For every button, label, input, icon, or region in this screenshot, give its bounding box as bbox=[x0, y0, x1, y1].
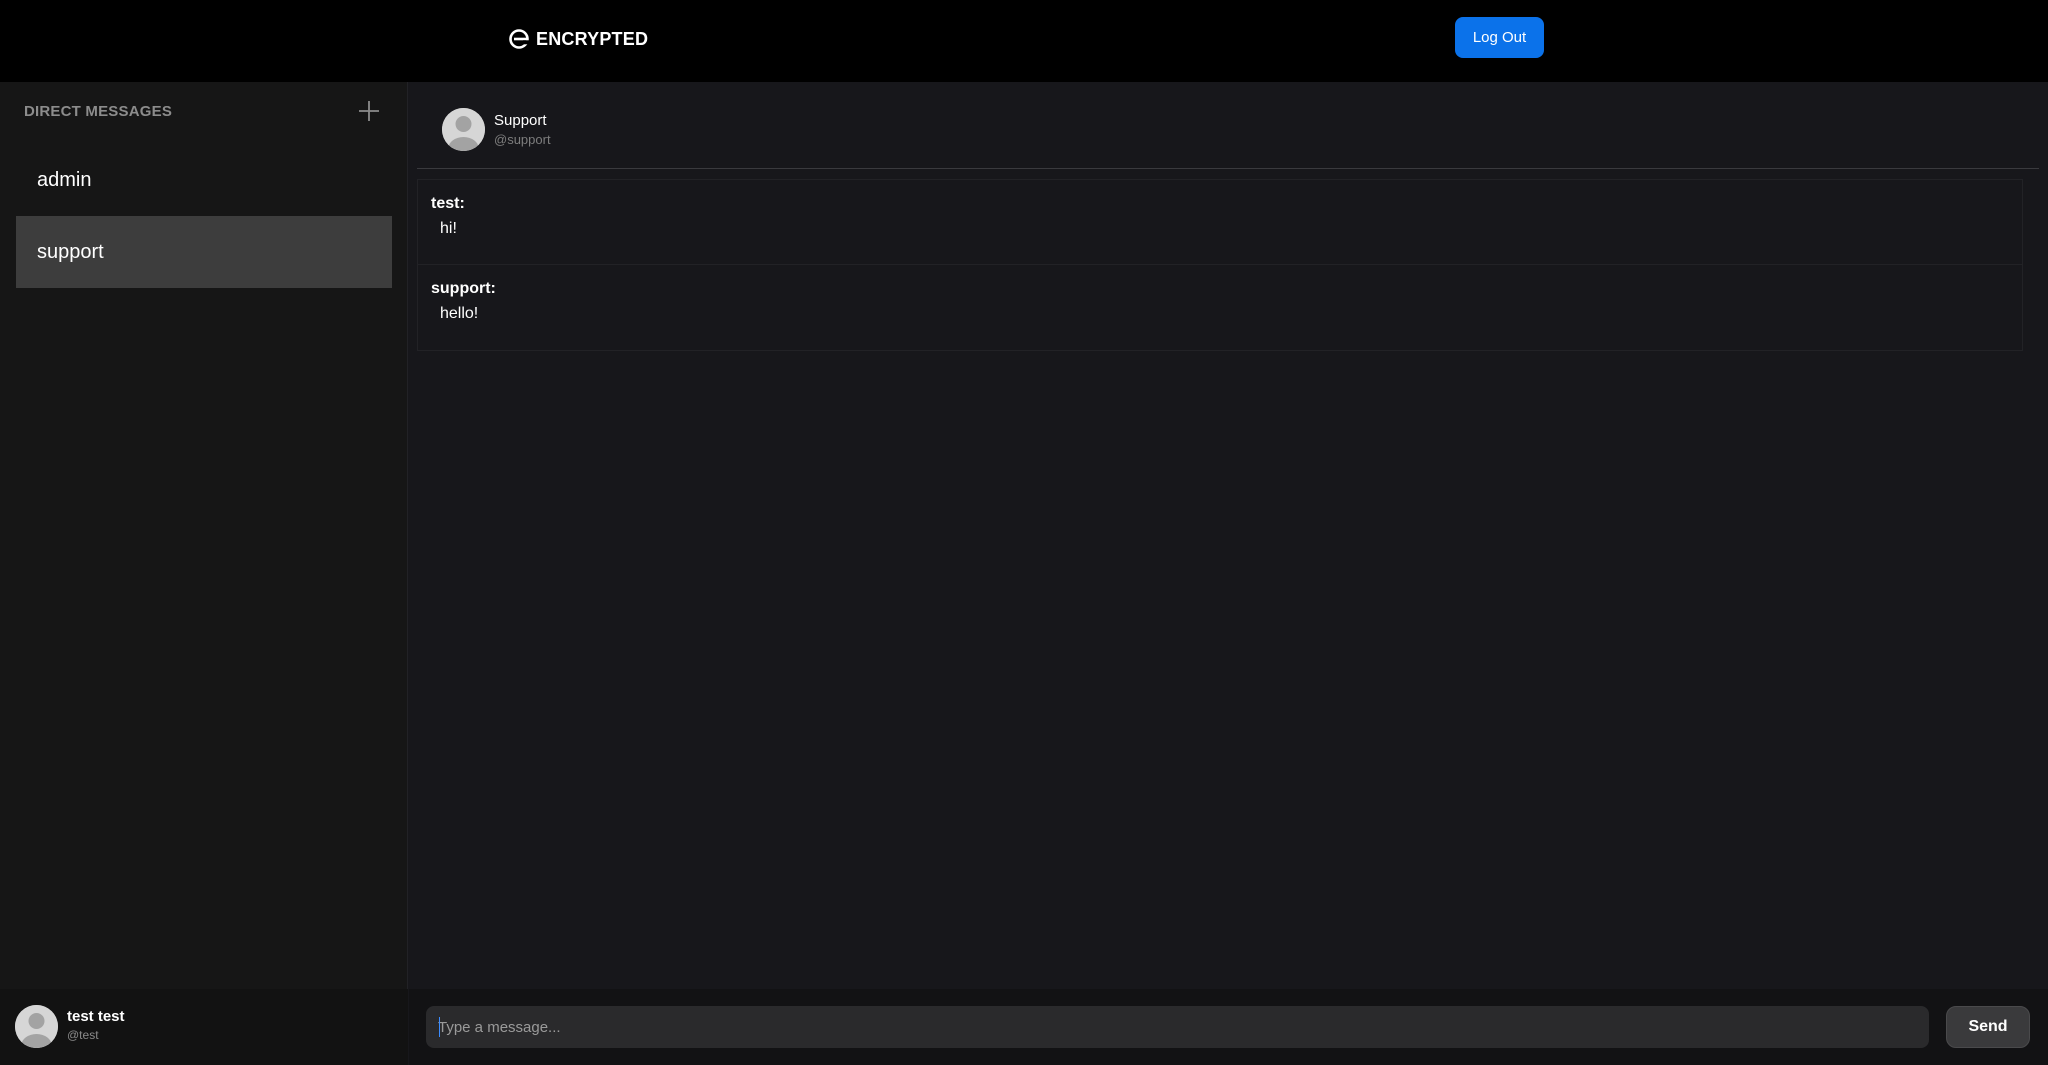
log-out-button[interactable]: Log Out bbox=[1455, 17, 1544, 58]
user-avatar-icon bbox=[442, 108, 485, 151]
send-button[interactable]: Send bbox=[1946, 1006, 2030, 1048]
message-text: hi! bbox=[440, 220, 457, 237]
brand-name: ENCRYPTED bbox=[536, 28, 649, 49]
chat-contact-name: Support bbox=[494, 112, 547, 129]
sidebar-item-label: admin bbox=[37, 168, 92, 191]
top-bar: ENCRYPTED Log Out bbox=[0, 0, 2048, 82]
plus-icon bbox=[359, 101, 379, 121]
message-input[interactable] bbox=[426, 1006, 1929, 1048]
new-message-button[interactable] bbox=[354, 96, 384, 126]
direct-message-list: admin support bbox=[16, 144, 392, 288]
encrypted-logo-icon bbox=[509, 29, 529, 49]
chat-contact-handle: @support bbox=[494, 132, 551, 147]
message-sender: test: bbox=[431, 195, 465, 212]
message-composer: Send bbox=[409, 989, 2048, 1065]
message-item: support: hello! bbox=[418, 265, 2022, 350]
sidebar-item-support[interactable]: support bbox=[16, 216, 392, 288]
message-list: test: hi! support: hello! bbox=[417, 179, 2023, 351]
current-user-handle: @test bbox=[67, 1028, 99, 1042]
chat-panel: Support @support test: hi! support: hell… bbox=[409, 82, 2048, 1065]
text-caret bbox=[439, 1017, 440, 1037]
avatar bbox=[442, 108, 485, 151]
chat-header: Support @support bbox=[417, 82, 2039, 169]
sidebar-title: DIRECT MESSAGES bbox=[24, 103, 173, 120]
sidebar: DIRECT MESSAGES admin support test test … bbox=[0, 82, 408, 1065]
sidebar-item-admin[interactable]: admin bbox=[16, 144, 392, 216]
message-item: test: hi! bbox=[418, 180, 2022, 265]
brand-logo: ENCRYPTED bbox=[509, 28, 648, 50]
message-sender: support: bbox=[431, 280, 496, 297]
sidebar-item-label: support bbox=[37, 240, 104, 263]
message-text: hello! bbox=[440, 305, 479, 322]
current-user-panel: test test @test bbox=[0, 989, 408, 1065]
user-avatar-icon bbox=[15, 1005, 58, 1048]
avatar bbox=[15, 1005, 58, 1048]
current-user-name: test test bbox=[67, 1008, 125, 1025]
